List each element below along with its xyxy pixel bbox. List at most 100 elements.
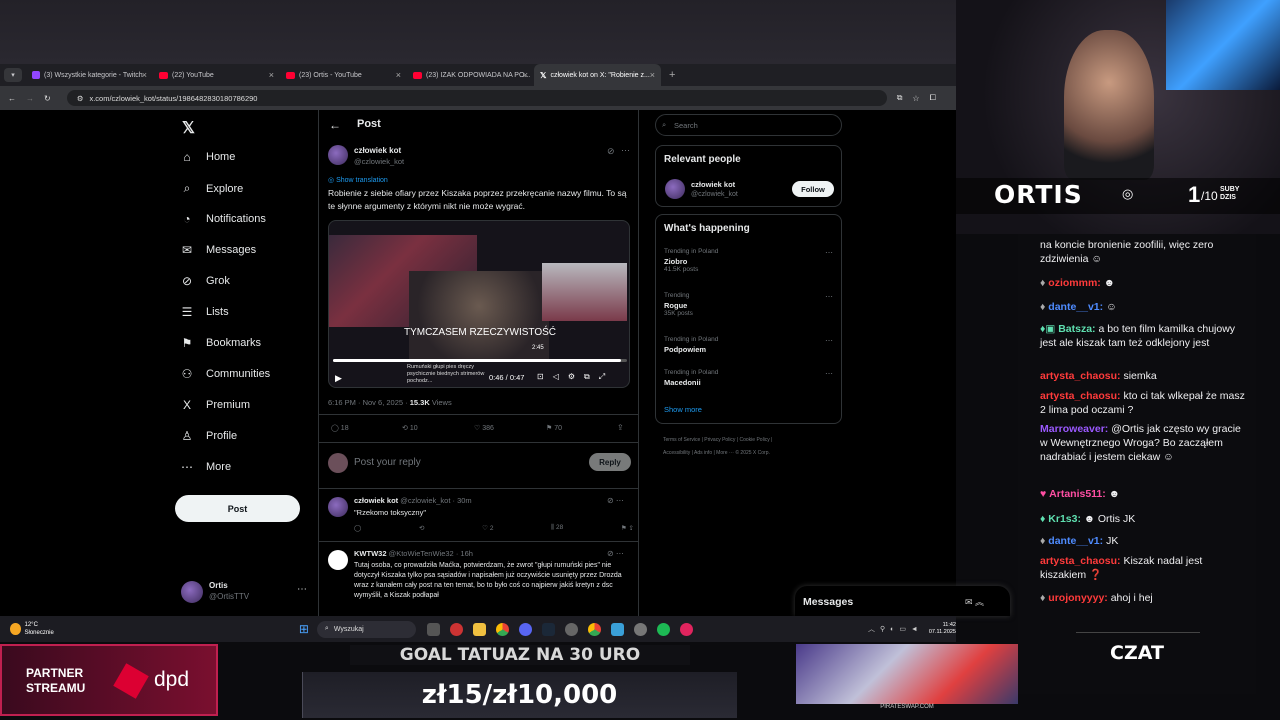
obs-icon[interactable] (633, 622, 647, 636)
weather-widget[interactable]: 12°C Słonecznie (25, 621, 54, 637)
close-icon[interactable]: × (650, 70, 655, 80)
nav-grok[interactable]: ⊘ Grok (180, 274, 230, 288)
chat-username[interactable]: Batsza: (1058, 323, 1095, 335)
post-more-icon[interactable]: ⋯ (621, 145, 630, 156)
reply-input[interactable]: Post your reply (354, 457, 421, 468)
like-action[interactable]: ♡ 386 (474, 424, 494, 432)
task-view-icon[interactable] (426, 622, 440, 636)
trend-more-icon[interactable]: ⋯ (825, 336, 833, 345)
compose-post-button[interactable]: Post (175, 495, 300, 522)
nav-premium[interactable]: X Premium (180, 398, 250, 412)
nav-communities[interactable]: ⚇ Communities (180, 367, 271, 381)
nav-notifications[interactable]: ◔ Notifications (180, 212, 266, 226)
close-icon[interactable]: × (142, 70, 147, 80)
clock[interactable]: 11:42 07.11.2025 (929, 622, 956, 636)
search-input[interactable]: ⌕ Search (655, 114, 842, 136)
grok-analyze-icon[interactable]: ⊘ (607, 146, 615, 157)
nav-profile[interactable]: ♙ Profile (180, 429, 238, 443)
follow-button[interactable]: Follow (792, 181, 834, 197)
start-icon[interactable]: ⊞ (299, 622, 309, 636)
account-avatar[interactable] (181, 581, 203, 603)
reply-icon[interactable]: ◯ (354, 524, 361, 532)
bookmark-icon[interactable]: ⚑ ⇪ (621, 524, 634, 532)
trend-more-icon[interactable]: ⋯ (825, 369, 833, 378)
trend-item[interactable]: Trending Rogue 35K posts (664, 292, 693, 317)
reply-avatar[interactable] (328, 497, 348, 517)
chat-username[interactable]: dante__v1: (1048, 301, 1103, 313)
browser-tab-youtube[interactable]: (22) YouTube × (153, 64, 280, 86)
chrome-icon[interactable] (587, 622, 601, 636)
reply-author[interactable]: KWTW32 (354, 549, 387, 558)
captions-icon[interactable]: ⊡ (537, 372, 553, 381)
discord-icon[interactable] (518, 622, 532, 636)
opera-icon[interactable] (449, 622, 463, 636)
close-icon[interactable]: × (523, 70, 528, 80)
chat-username[interactable]: artysta_chaosu: (1040, 390, 1121, 402)
person-name[interactable]: człowiek kot (691, 180, 735, 189)
taskbar-search[interactable]: ⌕ Wyszukaj (316, 620, 416, 638)
reload-icon[interactable]: ↻ (44, 94, 51, 103)
video-progress-track[interactable] (333, 359, 627, 362)
repost-icon[interactable]: ⟲ (419, 524, 424, 532)
reply-more-icon[interactable]: ⊘ ⋯ (607, 549, 624, 558)
trend-more-icon[interactable]: ⋯ (825, 292, 833, 301)
site-info-icon[interactable]: ⚙ (77, 94, 84, 103)
system-tray[interactable]: ︿⚲◐▭◄ (868, 624, 923, 634)
settings-icon[interactable]: ⚙ (568, 372, 584, 381)
nav-bookmarks[interactable]: ⚑ Bookmarks (180, 336, 261, 350)
reply-more-icon[interactable]: ⊘ ⋯ (607, 496, 624, 505)
browser-tab-twitch[interactable]: (3) Wszystkie kategorie - Twitch × (26, 64, 153, 86)
account-menu-icon[interactable]: ⋯ (297, 584, 307, 595)
reply-button[interactable]: Reply (589, 453, 631, 471)
show-more-link[interactable]: Show more (664, 405, 702, 414)
show-translation-link[interactable]: ◎ Show translation (328, 176, 388, 184)
bookmark-action[interactable]: ⚑ 70 (546, 424, 562, 432)
close-icon[interactable]: × (396, 70, 401, 80)
tab-list-button[interactable]: ▾ (4, 68, 22, 82)
post-timestamp[interactable]: 6:16 PM · Nov 6, 2025 · (328, 398, 408, 407)
close-icon[interactable]: × (269, 70, 274, 80)
share-icon[interactable]: ⇪ (617, 423, 624, 432)
reply-avatar[interactable] (328, 550, 348, 570)
trend-item[interactable]: Trending in Poland Ziobro 41.5K posts (664, 248, 718, 273)
volume-icon[interactable]: ◁ (553, 372, 568, 381)
browser-tab-x-post[interactable]: 𝕏człowiek kot on X: "Robienie z... × (534, 64, 661, 86)
repost-action[interactable]: ⟲ 10 (402, 424, 418, 432)
chat-username[interactable]: dante__v1: (1048, 535, 1103, 547)
chat-username[interactable]: Kr1s3: (1048, 513, 1081, 525)
extensions-icon[interactable]: ⧠ (930, 93, 936, 103)
chat-username[interactable]: Artanis511: (1049, 488, 1106, 500)
steam-icon[interactable] (541, 622, 555, 636)
browser-tab-izak[interactable]: (23) IZAK ODPOWIADA NA PO... × (407, 64, 534, 86)
back-arrow-icon[interactable]: ← (329, 118, 341, 132)
chat-username[interactable]: artysta_chaosu: (1040, 555, 1121, 567)
back-icon[interactable]: ← (8, 94, 16, 103)
browser-tab-ortis-youtube[interactable]: (23) Ortis - YouTube × (280, 64, 407, 86)
video-controls[interactable]: ⊡◁⚙⧉⤢ (537, 372, 614, 382)
nav-home[interactable]: ⌂ Home (180, 150, 235, 164)
url-field[interactable]: ⚙ x.com/czlowiek_kot/status/1986482830180… (66, 90, 887, 106)
app-icon[interactable] (679, 622, 693, 636)
pip-icon[interactable]: ⧉ (584, 372, 599, 381)
play-icon[interactable]: ▶ (335, 373, 342, 384)
new-tab-button[interactable]: + (669, 69, 675, 81)
views-action[interactable]: ⫼ 28 (551, 524, 563, 532)
new-message-icon[interactable]: ✉ ︽ (965, 595, 984, 608)
install-icon[interactable]: ⧉ (897, 93, 903, 103)
author-avatar[interactable] (328, 145, 348, 165)
forward-icon[interactable]: → (26, 94, 34, 103)
nav-explore[interactable]: ⌕ Explore (180, 181, 244, 196)
fullscreen-icon[interactable]: ⤢ (599, 372, 614, 381)
author-name[interactable]: człowiek kot (354, 146, 401, 155)
trend-more-icon[interactable]: ⋯ (825, 248, 833, 257)
weather-icon[interactable] (10, 623, 21, 635)
trend-item[interactable]: Trending in Poland Podpowiem (664, 336, 718, 354)
messages-drawer[interactable]: Messages ✉ ︽ (795, 586, 1010, 616)
reply-author[interactable]: człowiek kot (354, 496, 398, 505)
nav-lists[interactable]: ☰ Lists (180, 305, 229, 319)
chat-username[interactable]: Marroweaver: (1040, 423, 1108, 435)
chat-username[interactable]: artysta_chaosu: (1040, 370, 1121, 382)
x-logo-icon[interactable]: 𝕏 (182, 118, 195, 138)
nav-messages[interactable]: ✉ Messages (180, 243, 256, 257)
nav-more[interactable]: ⋯ More (180, 460, 231, 474)
